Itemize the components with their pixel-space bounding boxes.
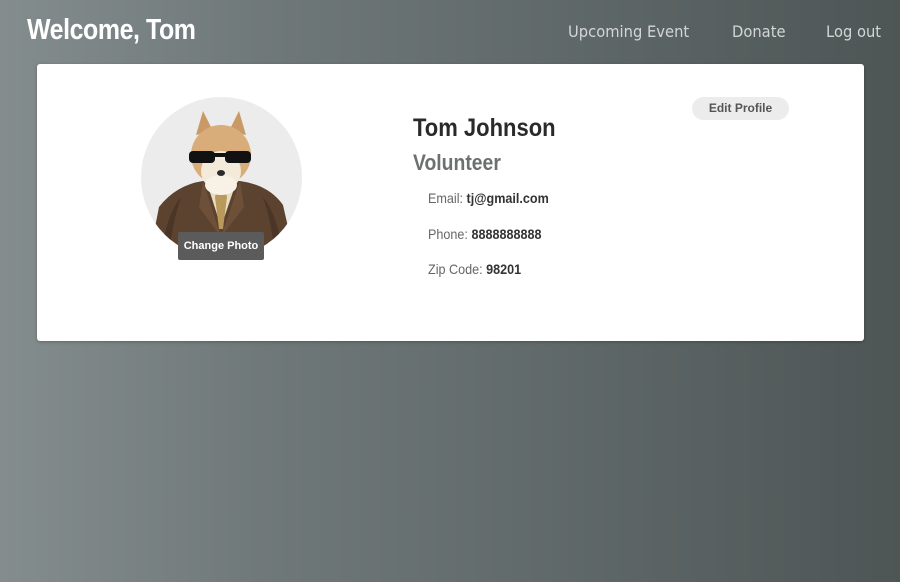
email-label: Email: (428, 190, 464, 206)
zip-code-row: Zip Code: 98201 (428, 261, 521, 277)
email-value: tj@gmail.com (466, 190, 549, 206)
profile-name: Tom Johnson (413, 114, 556, 142)
zip-code-label: Zip Code: (428, 261, 483, 277)
edit-profile-button[interactable]: Edit Profile (692, 97, 789, 120)
nav-donate-link[interactable]: Donate (732, 22, 786, 41)
phone-row: Phone: 8888888888 (428, 226, 542, 242)
top-bar: Welcome, Tom Upcoming Event Donate Log o… (0, 0, 900, 64)
profile-role: Volunteer (413, 150, 501, 175)
zip-code-value: 98201 (486, 261, 522, 277)
nav-log-out-link[interactable]: Log out (826, 22, 881, 41)
welcome-title: Welcome, Tom (27, 14, 196, 46)
email-row: Email: tj@gmail.com (428, 190, 549, 206)
phone-value: 8888888888 (471, 226, 542, 242)
profile-card: Change Photo Edit Profile Tom Johnson Vo… (37, 64, 864, 341)
nav-upcoming-event-link[interactable]: Upcoming Event (568, 22, 689, 41)
change-photo-button[interactable]: Change Photo (178, 232, 264, 260)
phone-label: Phone: (428, 226, 468, 242)
